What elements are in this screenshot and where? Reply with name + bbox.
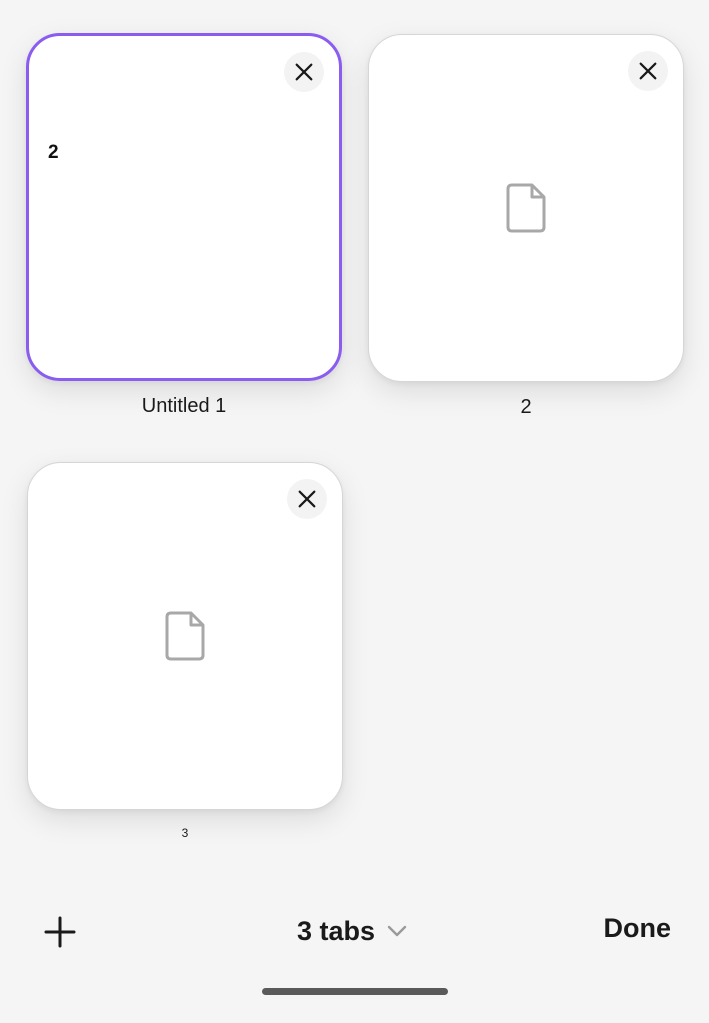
close-tab-button[interactable]	[287, 479, 327, 519]
chevron-down-icon	[387, 925, 407, 937]
home-indicator[interactable]	[262, 988, 448, 995]
tab-title: 3	[181, 826, 189, 840]
done-button[interactable]: Done	[604, 913, 672, 944]
close-icon	[295, 63, 313, 81]
tab-card-untitled-1[interactable]: 2	[26, 33, 342, 381]
tab-count-dropdown[interactable]: 3 tabs	[297, 913, 407, 949]
tab-item-2[interactable]: 2	[368, 34, 684, 419]
document-icon	[506, 183, 546, 233]
close-icon	[639, 62, 657, 80]
tab-item-3[interactable]: 3	[27, 462, 343, 840]
tab-preview-text: 2	[48, 142, 59, 163]
tab-card-3[interactable]	[27, 462, 343, 810]
bottom-toolbar: 3 tabs Done	[0, 900, 709, 962]
tab-count-label: 3 tabs	[297, 915, 376, 946]
close-icon	[298, 490, 316, 508]
close-tab-button[interactable]	[628, 51, 668, 91]
tab-title: Untitled 1	[141, 395, 227, 417]
tab-switcher-screen: 2 Untitled 1 2 3 3 tabs Done	[0, 0, 709, 1023]
new-tab-button[interactable]	[40, 912, 80, 952]
tab-item-untitled-1[interactable]: 2 Untitled 1	[26, 33, 342, 418]
tab-card-2[interactable]	[368, 34, 684, 382]
close-tab-button[interactable]	[284, 52, 324, 92]
plus-icon	[44, 916, 76, 948]
document-icon	[165, 611, 205, 661]
tab-title: 2	[520, 396, 532, 418]
